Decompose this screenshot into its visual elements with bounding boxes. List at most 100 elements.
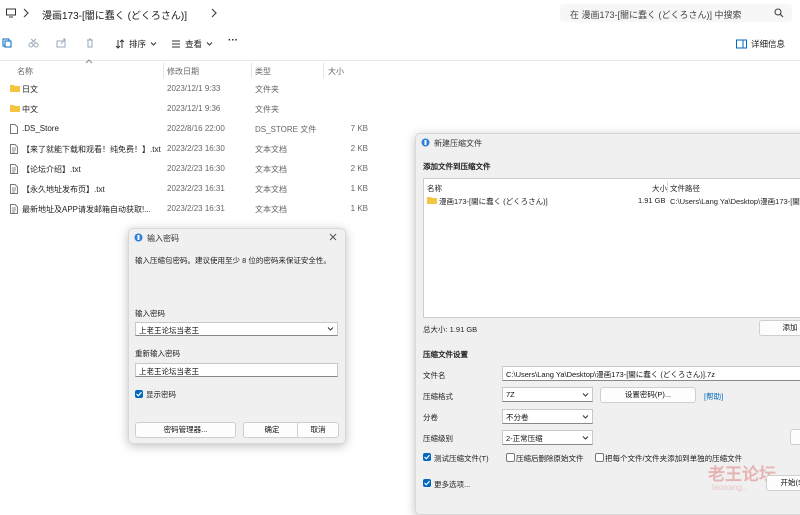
column-divider[interactable] xyxy=(323,62,324,78)
file-size: 2 KB xyxy=(350,144,368,153)
format-value: 7Z xyxy=(506,390,515,399)
format-label: 压缩格式 xyxy=(423,392,453,401)
file-modified: 2023/2/23 16:30 xyxy=(167,144,225,153)
sort-ascending-icon xyxy=(85,59,93,64)
chevron-right-icon[interactable] xyxy=(210,8,218,18)
app-icon xyxy=(421,138,430,147)
level-select[interactable]: 2-正常压缩 xyxy=(502,430,593,445)
more-options-label[interactable]: 更多选项... xyxy=(434,479,470,490)
file-type: 文件夹 xyxy=(255,105,279,114)
text-file-icon xyxy=(10,164,18,174)
chevron-down-icon xyxy=(206,42,213,46)
folder-icon xyxy=(427,196,437,204)
breadcrumb[interactable]: 漫画173-[闇に蠢く (どくろさん)] xyxy=(42,7,187,22)
share-icon[interactable] xyxy=(56,38,67,48)
level-label: 压缩级别 xyxy=(423,434,453,443)
column-header-type[interactable]: 类型 xyxy=(255,66,271,77)
file-row[interactable]: 【永久地址发布页】.txt 2023/2/23 16:31 文本文档 1 KB xyxy=(8,179,380,199)
folder-icon xyxy=(10,104,20,112)
file-name: .DS_Store xyxy=(22,124,59,133)
sort-button[interactable]: 排序 xyxy=(115,38,157,50)
column-header-size[interactable]: 大小 xyxy=(328,66,344,77)
dialog-title: 新建压缩文件 xyxy=(434,139,482,148)
dialog-title-bar[interactable]: 新建压缩文件 xyxy=(416,134,800,152)
file-type: 文本文档 xyxy=(255,145,287,154)
file-type: 文本文档 xyxy=(255,165,287,174)
close-icon[interactable] xyxy=(329,233,337,241)
start-button[interactable]: 开始(S) xyxy=(766,475,800,491)
details-label: 详细信息 xyxy=(751,39,786,49)
separate-archives-checkbox[interactable] xyxy=(595,453,604,462)
column-header-name[interactable]: 名称 xyxy=(17,66,33,77)
text-file-icon xyxy=(10,144,18,154)
password-manager-button[interactable]: 密码管理器... xyxy=(135,422,236,438)
monitor-icon[interactable] xyxy=(6,8,16,18)
delete-source-label[interactable]: 压缩后删除原始文件 xyxy=(516,453,584,464)
search-input[interactable]: 在 漫画173-[闇に蠢く (どくろさん)] 中搜索 xyxy=(560,4,792,22)
test-archive-label[interactable]: 测试压缩文件(T) xyxy=(434,453,489,464)
password-input[interactable]: 上老王论坛当老王 xyxy=(135,322,338,336)
dialog-title-bar[interactable]: 输入密码 xyxy=(129,229,345,247)
show-password-label[interactable]: 显示密码 xyxy=(146,389,176,400)
file-type: 文件夹 xyxy=(255,85,279,94)
column-divider[interactable] xyxy=(667,181,668,193)
ok-button[interactable]: 确定 xyxy=(243,422,301,438)
file-row[interactable]: 【论坛介绍】.txt 2023/2/23 16:30 文本文档 2 KB xyxy=(8,159,380,179)
show-password-checkbox[interactable] xyxy=(135,390,143,398)
view-icon xyxy=(172,40,180,48)
app-icon xyxy=(134,233,143,242)
chevron-down-icon xyxy=(150,42,157,46)
toolbar: 排序 查看 ··· 详细信息 xyxy=(0,30,800,61)
column-divider[interactable] xyxy=(251,62,252,78)
folder-icon xyxy=(10,84,20,92)
file-modified: 2023/2/23 16:30 xyxy=(167,164,225,173)
new-archive-dialog: 新建压缩文件 添加文件到压缩文件 名称 大小 文件路径 漫画173-[闇に蠢く … xyxy=(415,133,800,515)
table-row[interactable]: 漫画173-[闇に蠢く (どくろさん)] 1.91 GB C:\Users\La… xyxy=(424,193,800,207)
file-name: 【来了就能下载和观看！纯免费！】.txt xyxy=(22,145,161,154)
sort-icon xyxy=(115,39,125,49)
view-button[interactable]: 查看 xyxy=(171,38,213,50)
column-header-modified[interactable]: 修改日期 xyxy=(167,66,199,77)
file-row-size: 1.91 GB xyxy=(638,196,666,205)
chevron-right-icon[interactable] xyxy=(22,8,30,18)
file-row[interactable]: 中文 2023/12/1 9:36 文件夹 xyxy=(8,99,380,119)
file-name: 最新地址及APP请发邮箱自动获取!... xyxy=(22,205,151,214)
filename-input[interactable]: C:\Users\Lang Ya\Desktop\漫画173-[闇に蠢く (どく… xyxy=(502,366,800,381)
password-label: 输入密码 xyxy=(135,309,165,318)
confirm-password-input[interactable]: 上老王论坛当老王 xyxy=(135,363,338,377)
file-row[interactable]: 日文 2023/12/1 9:33 文件夹 xyxy=(8,79,380,99)
cut-icon[interactable] xyxy=(28,38,39,48)
cancel-button[interactable]: 取消 xyxy=(297,422,339,438)
chevron-down-icon xyxy=(582,435,589,441)
level-options-button[interactable] xyxy=(790,429,800,445)
file-size: 7 KB xyxy=(350,124,368,133)
chevron-down-icon[interactable] xyxy=(327,326,334,332)
level-value: 2-正常压缩 xyxy=(506,434,543,443)
test-archive-checkbox[interactable] xyxy=(423,453,431,461)
text-file-icon xyxy=(10,204,18,214)
split-select[interactable]: 不分卷 xyxy=(502,409,593,424)
search-icon[interactable] xyxy=(774,8,784,18)
file-row[interactable]: .DS_Store 2022/8/16 22:00 DS_STORE 文件 7 KB xyxy=(8,119,380,139)
format-select[interactable]: 7Z xyxy=(502,387,593,402)
file-modified: 2023/12/1 9:33 xyxy=(167,84,221,93)
file-row[interactable]: 【来了就能下载和观看！纯免费！】.txt 2023/2/23 16:30 文本文档 2… xyxy=(8,139,380,159)
file-type: DS_STORE 文件 xyxy=(255,125,317,134)
delete-source-checkbox[interactable] xyxy=(506,453,515,462)
file-row[interactable]: 最新地址及APP请发邮箱自动获取!... 2023/2/23 16:31 文本文档 1… xyxy=(8,199,380,219)
delete-icon[interactable] xyxy=(85,38,95,48)
add-button[interactable]: 添加 xyxy=(759,320,800,336)
file-modified: 2022/8/16 22:00 xyxy=(167,124,225,133)
more-options-checkbox[interactable] xyxy=(423,479,431,487)
details-button[interactable]: 详细信息 xyxy=(736,38,785,50)
file-row-path: C:\Users\Lang Ya\Desktop\漫画173-[闇に xyxy=(670,197,800,206)
column-divider[interactable] xyxy=(163,62,164,78)
help-link[interactable]: [帮助] xyxy=(704,391,723,402)
set-password-button[interactable]: 设置密码(P)... xyxy=(600,387,696,403)
text-file-icon xyxy=(10,184,18,194)
copy-icon[interactable] xyxy=(2,38,12,48)
split-value: 不分卷 xyxy=(506,413,529,422)
file-icon xyxy=(10,124,18,134)
more-button[interactable]: ··· xyxy=(228,35,238,46)
search-placeholder: 在 漫画173-[闇に蠢く (どくろさん)] 中搜索 xyxy=(570,10,742,20)
